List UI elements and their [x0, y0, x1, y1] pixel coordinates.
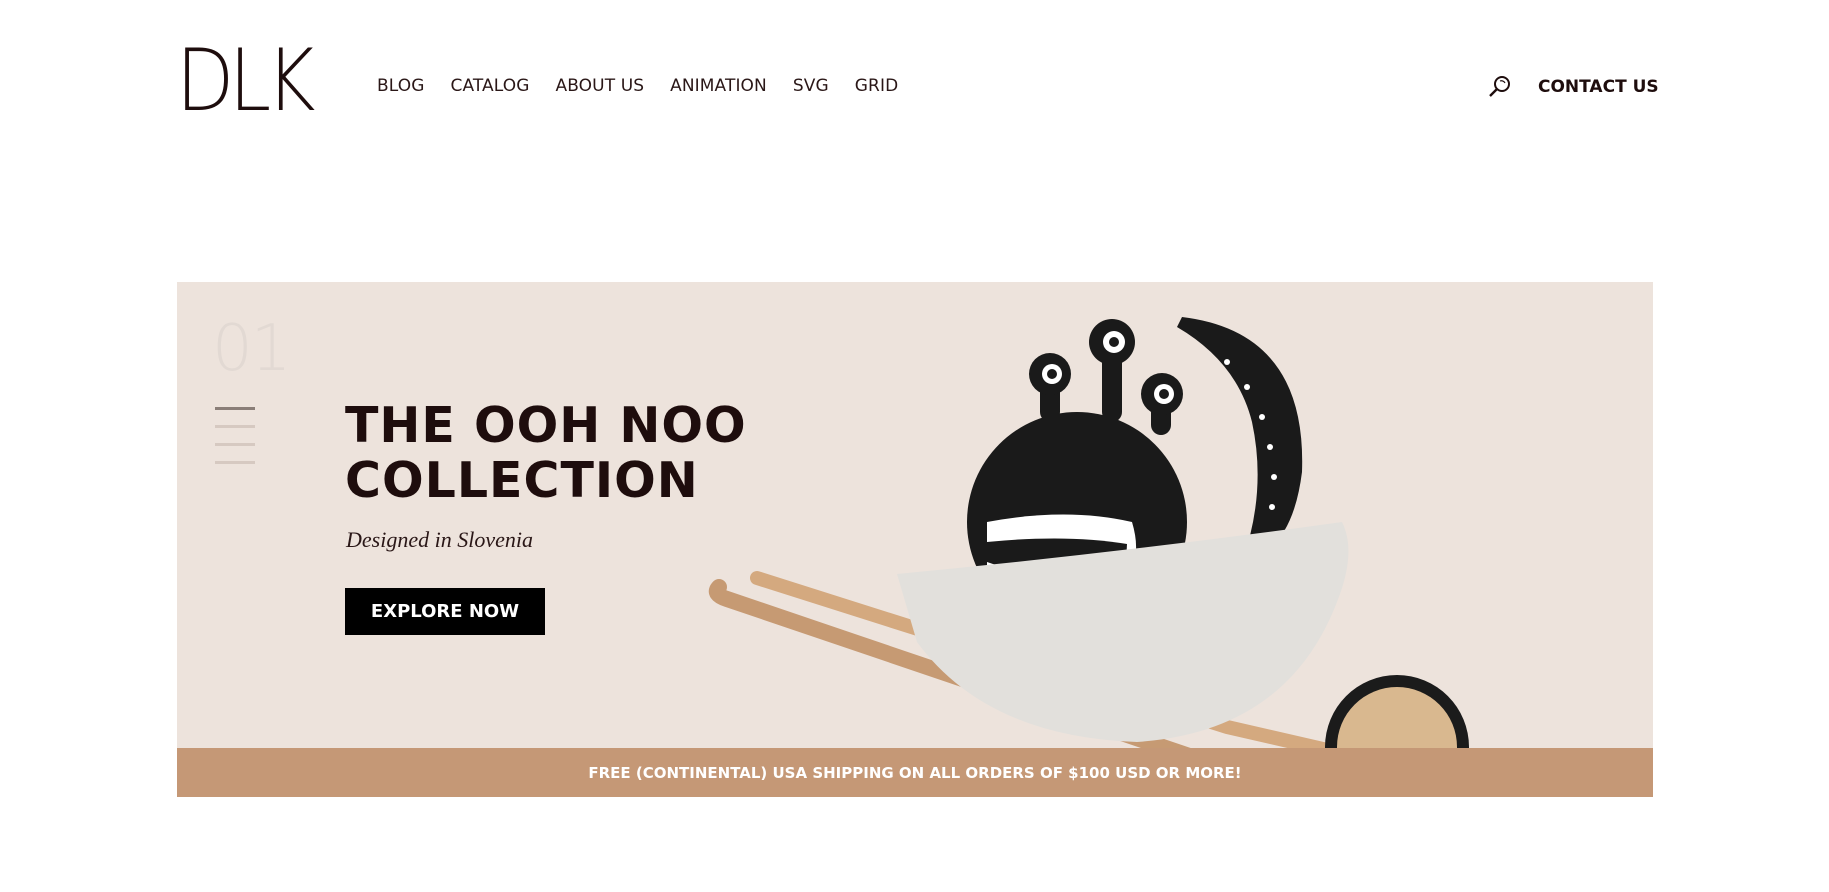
nav-item-about-us[interactable]: ABOUT US — [555, 76, 644, 96]
hero-subtitle: Designed in Slovenia — [346, 527, 533, 552]
pager-dot[interactable] — [215, 443, 255, 446]
shipping-banner-text: FREE (CONTINENTAL) USA SHIPPING ON ALL O… — [588, 763, 1242, 782]
pager-dot[interactable] — [215, 407, 255, 410]
slide-number: 01 — [212, 312, 291, 386]
nav-item-grid[interactable]: GRID — [855, 76, 899, 96]
pager-dot[interactable] — [215, 461, 255, 464]
nav-item-catalog[interactable]: CATALOG — [450, 76, 529, 96]
headline-line-2: COLLECTION — [345, 452, 699, 509]
logo[interactable]: DLK — [176, 38, 315, 124]
shipping-banner: FREE (CONTINENTAL) USA SHIPPING ON ALL O… — [177, 748, 1653, 797]
explore-now-button[interactable]: EXPLORE NOW — [345, 588, 545, 635]
pager-dot[interactable] — [215, 425, 255, 428]
search-icon[interactable] — [1487, 73, 1513, 99]
nav-item-svg[interactable]: SVG — [793, 76, 829, 96]
wheelbarrow-monster-image — [708, 317, 1469, 748]
headline-line-1: THE OOH NOO — [345, 397, 747, 454]
nav-item-animation[interactable]: ANIMATION — [670, 76, 767, 96]
hero-slider: 01 THE OOH NOO COLLECTION Designed in Sl… — [177, 282, 1653, 797]
nav-item-blog[interactable]: BLOG — [377, 76, 424, 96]
slide-pager — [215, 407, 255, 479]
contact-us-link[interactable]: CONTACT US — [1538, 77, 1659, 97]
site-header: DLK BLOG CATALOG ABOUT US ANIMATION SVG … — [0, 0, 1829, 150]
main-nav: BLOG CATALOG ABOUT US ANIMATION SVG GRID — [377, 76, 898, 96]
